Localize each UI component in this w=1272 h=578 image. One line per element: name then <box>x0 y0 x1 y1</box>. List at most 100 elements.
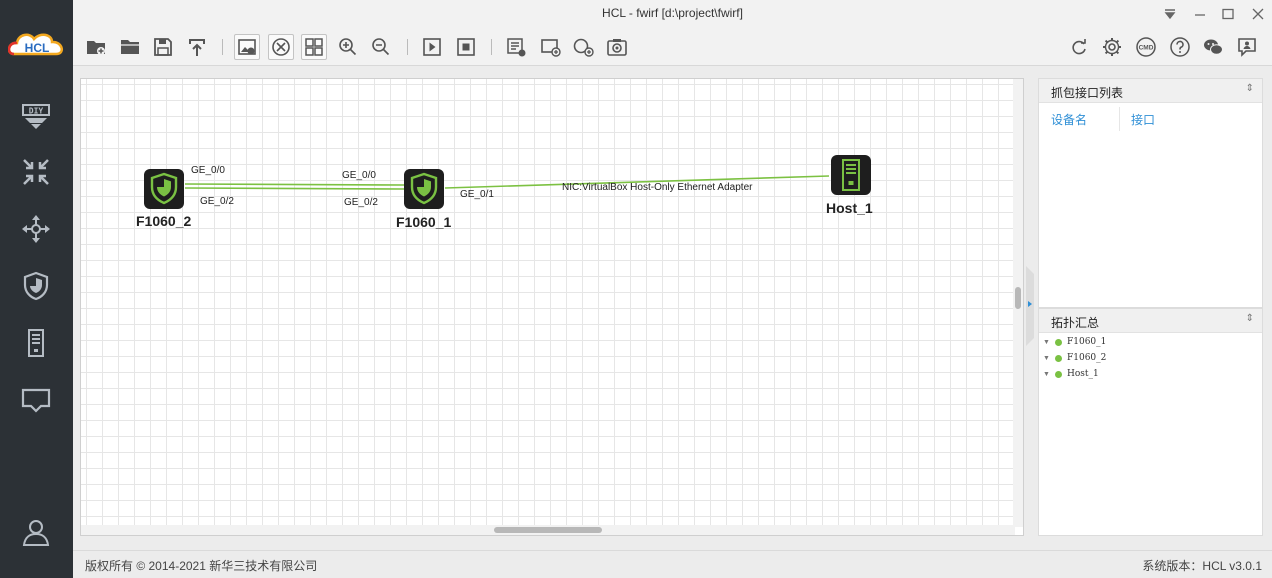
left-sidebar: HCL DIY <box>0 0 73 578</box>
toolbar: CMD <box>73 28 1272 66</box>
list-button[interactable] <box>503 34 529 60</box>
collapse-arrows-icon[interactable]: ⇕ <box>1246 83 1254 94</box>
add-area-button[interactable] <box>537 34 563 60</box>
start-all-button[interactable] <box>419 34 445 60</box>
refresh-icon <box>1072 39 1086 55</box>
new-project-button[interactable] <box>83 34 109 60</box>
list-icon <box>507 38 526 57</box>
version-text: 系统版本：HCL v3.0.1 <box>1142 559 1262 573</box>
sidebar-item-router[interactable] <box>14 150 58 194</box>
minimize-button[interactable] <box>1189 4 1211 24</box>
vertical-scrollbar[interactable] <box>1013 79 1023 527</box>
router-icon <box>23 159 49 185</box>
zoom-in-icon <box>339 38 357 56</box>
canvas-grid[interactable]: F1060_2 F1060_1 Host_1 GE_0/0 GE_0/2 GE_… <box>81 79 1015 527</box>
wechat-button[interactable] <box>1200 34 1226 60</box>
refresh-button[interactable] <box>1066 34 1092 60</box>
capture-interface-panel: 抓包接口列表 ⇕ 设备名 接口 <box>1038 78 1263 308</box>
grid-button[interactable] <box>301 34 327 60</box>
add-shape-icon <box>573 38 594 57</box>
host-device-icon <box>831 155 871 195</box>
close-button[interactable] <box>1247 4 1269 24</box>
expand-triangle-icon[interactable]: ▼ <box>1043 355 1055 362</box>
port-label: GE_0/1 <box>460 189 494 200</box>
screenshot-button[interactable] <box>604 34 630 60</box>
open-folder-icon <box>121 40 139 54</box>
toolbar-separator <box>222 39 223 55</box>
export-icon <box>189 39 205 56</box>
firewall-device-icon <box>144 169 184 209</box>
topology-item-host-1[interactable]: ▼ Host_1 <box>1043 367 1099 381</box>
export-button[interactable] <box>184 34 210 60</box>
column-device-name[interactable]: 设备名 <box>1051 111 1087 128</box>
copyright-text: 版权所有 © 2014-2021 新华三技术有限公司 <box>85 559 318 573</box>
horizontal-scroll-thumb[interactable] <box>494 527 602 533</box>
cmd-button[interactable]: CMD <box>1133 34 1159 60</box>
help-button[interactable] <box>1167 34 1193 60</box>
add-area-icon <box>541 39 561 57</box>
topology-canvas[interactable]: F1060_2 F1060_1 Host_1 GE_0/0 GE_0/2 GE_… <box>80 78 1024 536</box>
user-icon <box>22 520 50 546</box>
links-layer <box>184 175 830 190</box>
topology-summary-panel: 拓扑汇总 ⇕ ▼ F1060_1 ▼ F1060_2 ▼ Host_1 <box>1038 308 1263 536</box>
status-dot-icon <box>1055 338 1062 346</box>
topology-item-f1060-1[interactable]: ▼ F1060_1 <box>1043 335 1106 349</box>
vertical-scroll-thumb[interactable] <box>1015 287 1021 309</box>
link-f2-ge02-f1-ge02[interactable] <box>184 187 406 190</box>
topology-item-f1060-2[interactable]: ▼ F1060_2 <box>1043 351 1106 365</box>
sidebar-item-firewall[interactable] <box>14 264 58 308</box>
column-interface[interactable]: 接口 <box>1131 111 1155 128</box>
port-label: GE_0/2 <box>200 196 234 207</box>
zoom-out-icon <box>372 38 390 56</box>
column-divider <box>1119 107 1120 131</box>
device-f1060-1[interactable] <box>402 167 446 211</box>
stop-icon <box>457 38 475 56</box>
expand-triangle-icon[interactable]: ▼ <box>1043 371 1055 378</box>
terminal-icon <box>21 388 51 413</box>
zoom-in-button[interactable] <box>335 34 361 60</box>
maximize-button[interactable] <box>1217 4 1239 24</box>
collapse-panel-handle[interactable] <box>1025 266 1036 346</box>
topology-panel-title: 拓扑汇总 <box>1051 316 1100 330</box>
toolbar-separator <box>491 39 492 55</box>
horizontal-scrollbar[interactable] <box>81 525 1015 535</box>
save-button[interactable] <box>150 34 176 60</box>
image-button[interactable] <box>234 34 260 60</box>
sidebar-item-diy[interactable]: DIY <box>14 94 58 138</box>
hcl-logo: HCL <box>7 30 66 62</box>
expand-triangle-icon[interactable]: ▼ <box>1043 339 1055 346</box>
sidebar-item-terminal[interactable] <box>14 378 58 422</box>
link-mode-icon <box>272 38 290 56</box>
stop-all-button[interactable] <box>453 34 479 60</box>
help-icon <box>1170 37 1190 57</box>
sidebar-item-host[interactable] <box>14 321 58 365</box>
menu-dropdown-button[interactable] <box>1159 4 1181 24</box>
device-f1060-2[interactable] <box>142 167 186 211</box>
port-label: NIC:VirtualBox Host-Only Ethernet Adapte… <box>562 182 753 193</box>
chevron-right-icon <box>1026 266 1034 346</box>
add-shape-button[interactable] <box>570 34 596 60</box>
feedback-button[interactable] <box>1234 34 1260 60</box>
switch-icon <box>22 215 50 243</box>
image-icon <box>238 39 256 55</box>
device-host-1[interactable] <box>829 153 873 197</box>
capture-panel-header: 抓包接口列表 ⇕ <box>1039 79 1262 103</box>
cmd-icon: CMD <box>1136 37 1156 57</box>
sidebar-item-switch[interactable] <box>14 207 58 251</box>
sidebar-item-user[interactable] <box>14 510 58 554</box>
zoom-out-button[interactable] <box>368 34 394 60</box>
collapse-arrows-icon[interactable]: ⇕ <box>1246 313 1254 324</box>
device-label-f1060-1: F1060_1 <box>396 214 452 230</box>
link-mode-button[interactable] <box>268 34 294 60</box>
settings-icon <box>1103 38 1121 56</box>
device-label-host-1: Host_1 <box>826 200 873 216</box>
status-dot-icon <box>1055 370 1062 378</box>
port-label: GE_0/2 <box>344 197 378 208</box>
host-icon <box>28 329 44 357</box>
open-project-button[interactable] <box>117 34 143 60</box>
link-f2-ge00-f1-ge00[interactable] <box>184 183 406 186</box>
new-project-icon <box>87 41 105 55</box>
settings-button[interactable] <box>1099 34 1125 60</box>
diy-icon: DIY <box>22 104 50 129</box>
start-icon <box>423 38 441 56</box>
